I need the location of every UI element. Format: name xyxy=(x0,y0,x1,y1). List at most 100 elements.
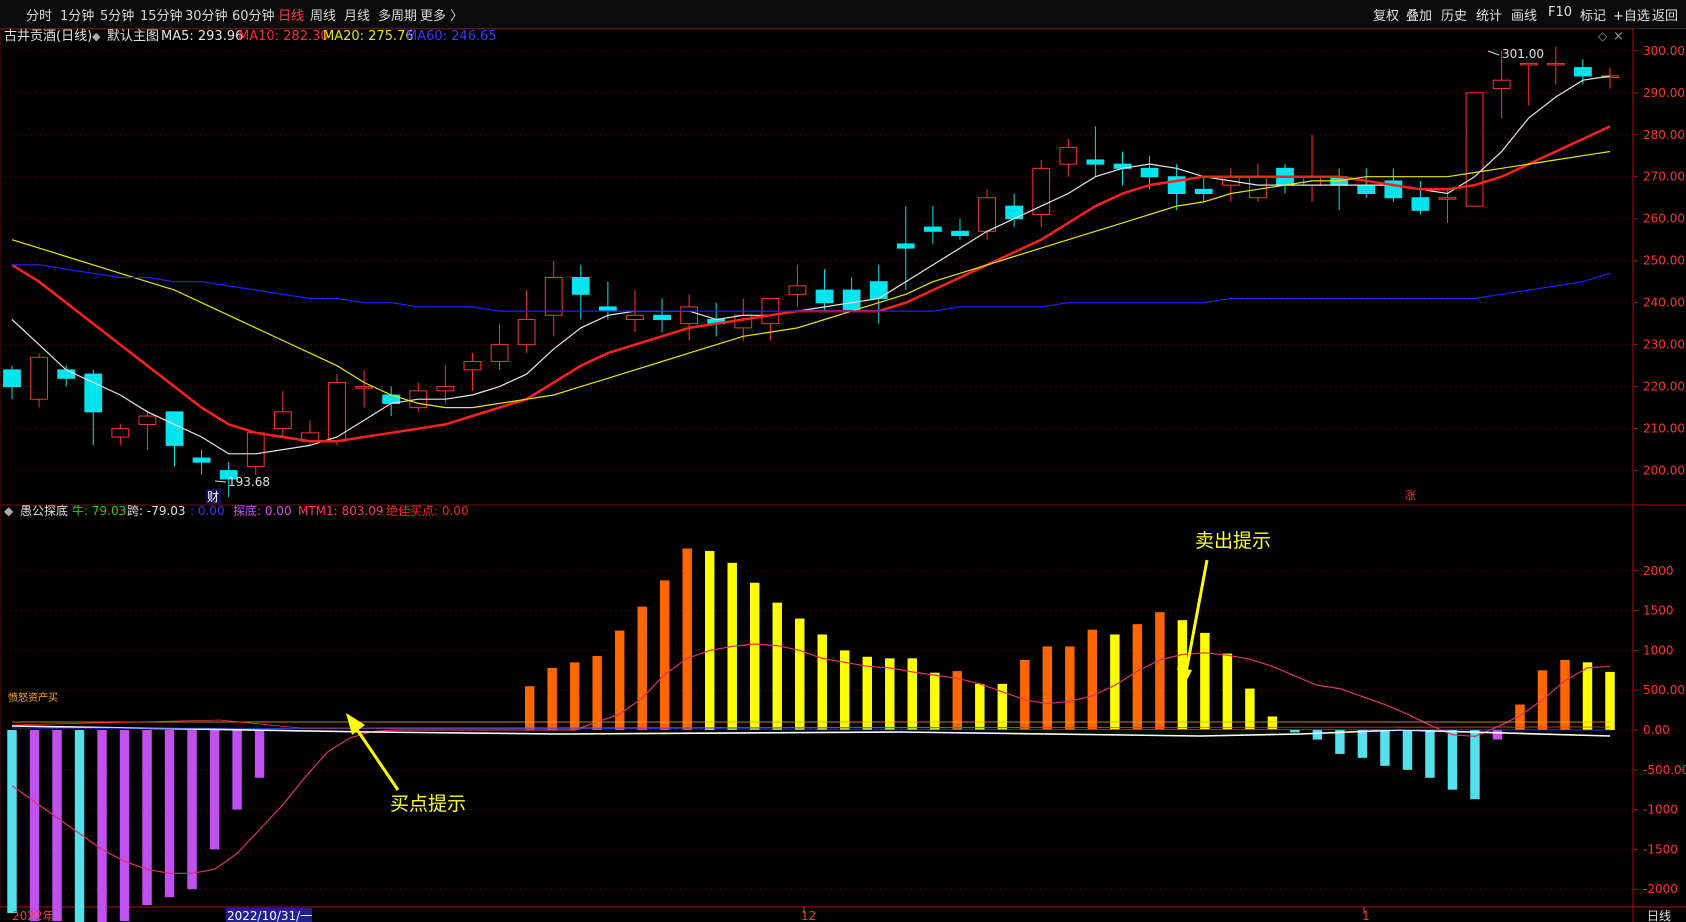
fin-marker[interactable]: 财 xyxy=(207,490,219,504)
dec-label: 12 xyxy=(801,909,816,922)
cursor-date: 2022/10/31/一 xyxy=(227,909,312,922)
indicator-bar-0 xyxy=(7,730,17,914)
candle-body-16 xyxy=(436,386,455,392)
close-icon[interactable]: × xyxy=(1613,29,1624,44)
ma10-label: MA10: 282.30 xyxy=(238,29,329,44)
indicator-tick-label-4: 0.00 xyxy=(1643,723,1670,737)
indicator-bar-11 xyxy=(254,730,265,778)
candle-body-30 xyxy=(815,289,834,304)
zero-line-red xyxy=(11,719,1611,729)
candle-body-24 xyxy=(653,314,671,320)
indicator-bar-28 xyxy=(637,606,647,730)
indicator-bar-2 xyxy=(52,730,62,922)
candle-body-40 xyxy=(1086,159,1105,165)
candle-body-12 xyxy=(328,381,346,442)
candle-body-52 xyxy=(1411,197,1430,211)
price-tick-label-6: 260.00 xyxy=(1643,212,1685,226)
candle-body-21 xyxy=(571,276,590,295)
candle-body-9 xyxy=(246,432,265,467)
indicator-bar-38 xyxy=(862,656,872,730)
stock-title[interactable]: 古井贡酒(日线) xyxy=(4,29,92,44)
indicator-bar-41 xyxy=(930,672,940,730)
indicator-bar-58 xyxy=(1312,730,1323,740)
indicator-bar-46 xyxy=(1042,646,1053,730)
indicator-bar-69 xyxy=(1560,659,1570,730)
best-buy-value: 绝佳买点: 0.00 xyxy=(386,503,469,518)
price-tick-label-2: 220.00 xyxy=(1643,380,1685,394)
indicator-bar-70 xyxy=(1582,662,1593,730)
indicator-tick-label-0: 2000 xyxy=(1643,564,1674,578)
diamond-icon[interactable]: ◇ xyxy=(1598,29,1608,43)
price-tick-label-7: 270.00 xyxy=(1643,170,1685,184)
template-icon[interactable]: ◆ xyxy=(92,30,101,43)
indicator-bar-66 xyxy=(1492,730,1503,740)
price-tick-label-4: 240.00 xyxy=(1643,296,1685,310)
indicator-bar-6 xyxy=(142,730,152,906)
bear-value: 跨: -79.03 xyxy=(127,504,186,518)
indicator-bar-60 xyxy=(1357,730,1368,758)
indicator-bar-62 xyxy=(1402,730,1413,770)
indicator-settings-icon[interactable]: ◆ xyxy=(4,504,14,518)
candle-body-54 xyxy=(1465,92,1484,207)
sell-hint-label: 卖出提示 xyxy=(1195,530,1271,552)
candle-body-19 xyxy=(517,318,536,346)
candle-body-33 xyxy=(896,243,915,249)
candle-body-13 xyxy=(355,386,373,389)
indicator-bar-1 xyxy=(29,730,40,922)
indicator-tick-label-5: -500.00 xyxy=(1643,763,1686,777)
template-name[interactable]: 默认主图 xyxy=(107,28,159,44)
indicator-bar-48 xyxy=(1087,629,1098,730)
indicator-tick-label-8: -2000 xyxy=(1643,882,1678,896)
indicator-bar-35 xyxy=(795,618,805,730)
indicator-bar-26 xyxy=(592,655,602,730)
indicator-line-mtm1 xyxy=(11,643,1611,874)
price-tick-label-3: 230.00 xyxy=(1643,338,1685,352)
candle-body-44 xyxy=(1194,188,1213,195)
candle-body-17 xyxy=(463,360,482,371)
mtm-value: MTM1: 803.09 xyxy=(298,504,384,518)
indicator-bar-9 xyxy=(209,730,220,850)
period-label[interactable]: 日线 xyxy=(1647,909,1671,922)
indicator-bar-56 xyxy=(1267,716,1278,730)
price-tick-label-9: 290.00 xyxy=(1643,86,1685,100)
candle-body-55 xyxy=(1492,79,1511,90)
indicator-bar-61 xyxy=(1380,730,1390,766)
candle-body-18 xyxy=(490,344,509,362)
buy-hint-arrow xyxy=(354,727,400,791)
stock-chart[interactable]: 200.00 210.00 220.00 230.00 240.00 250.00 260.… xyxy=(0,0,1686,922)
indicator-bar-24 xyxy=(547,667,557,730)
up-marker[interactable]: 涨 xyxy=(1405,489,1416,502)
price-axis: 200.00 210.00 220.00 230.00 240.00 250.00 260.… xyxy=(1633,44,1685,478)
candle-body-29 xyxy=(788,285,807,295)
indicator-bar-8 xyxy=(187,730,197,890)
candle-body-20 xyxy=(544,276,563,316)
indicator-bar-25 xyxy=(569,662,580,730)
indicator-bar-39 xyxy=(885,658,895,730)
indicator-bar-64 xyxy=(1447,730,1458,790)
candle-body-58 xyxy=(1574,67,1592,77)
jan-label: 1 xyxy=(1362,909,1370,922)
price-tick-label-5: 250.00 xyxy=(1643,254,1685,268)
indicator-bar-55 xyxy=(1245,688,1255,730)
indicator-bar-59 xyxy=(1335,730,1345,754)
indicator-bar-71 xyxy=(1605,671,1615,730)
candle-body-35 xyxy=(951,230,969,237)
indicator-bar-34 xyxy=(772,602,782,730)
small-legend: 愤怒资产买 xyxy=(8,691,58,704)
ma20-label: MA20: 275.76 xyxy=(323,29,414,44)
candle-body-31 xyxy=(842,289,861,312)
indicator-bar-43 xyxy=(975,683,985,730)
candle-body-34 xyxy=(923,226,942,232)
indicator-name[interactable]: 愚公探底 xyxy=(20,503,68,518)
candle-body-22 xyxy=(598,306,617,312)
indicator-axis: 2000 1500 1000 500.00 0.00 -500.00 -1000 -1500 -… xyxy=(1633,564,1686,896)
candle-body-23 xyxy=(626,314,644,320)
indicator-bar-63 xyxy=(1425,730,1435,778)
time-axis: 2022年 2022/10/31/一 12 1 日线 xyxy=(12,907,1671,922)
indicator-bar-47 xyxy=(1065,646,1075,730)
buy-hint-label: 买点提示 xyxy=(390,793,466,815)
candle-body-39 xyxy=(1059,146,1078,165)
indicator-header: ◆ 愚公探底 牛: 79.03 跨: -79.03 : 0.00 探底: 0.0… xyxy=(4,503,469,518)
candle-body-2 xyxy=(57,369,76,379)
indicator-bar-23 xyxy=(524,686,535,730)
